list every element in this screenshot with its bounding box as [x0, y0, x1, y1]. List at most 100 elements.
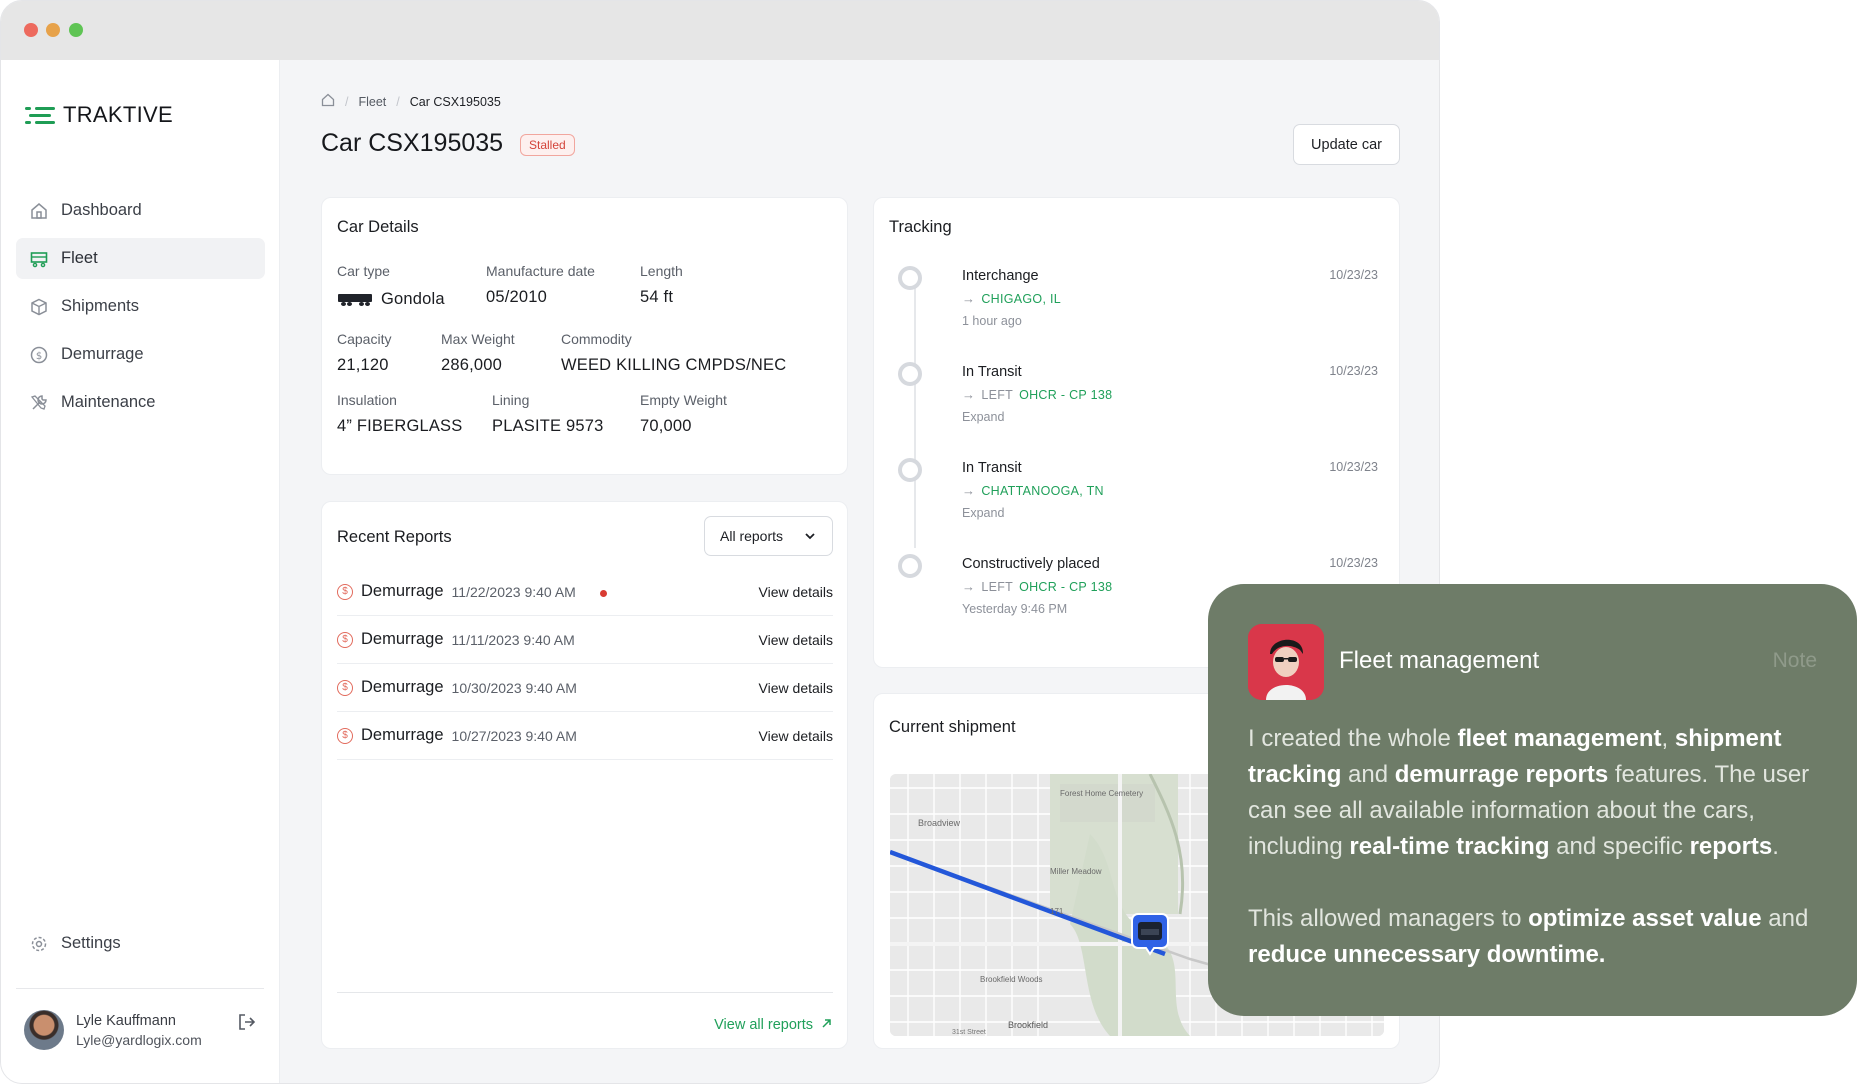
event-location-text: OHCR - CP 138: [1019, 387, 1113, 402]
arrow-right-icon: →: [962, 387, 976, 402]
field-label: Empty Weight: [640, 392, 727, 408]
dollar-circle-icon: $: [337, 679, 353, 696]
event-location: → LEFT OHCR - CP 138: [962, 579, 1112, 594]
field-manufacture-date: Manufacture date 05/2010: [486, 263, 595, 307]
report-type: Demurrage: [361, 582, 444, 600]
event-prefix: LEFT: [981, 579, 1014, 594]
sidebar-item-shipments[interactable]: Shipments: [16, 286, 265, 327]
reports-filter-select[interactable]: All reports: [704, 516, 833, 556]
sidebar-item-fleet[interactable]: Fleet: [16, 238, 265, 279]
table-row: $ Demurrage 10/30/2023 9:40 AM View deta…: [337, 664, 833, 712]
event-title: Interchange: [962, 268, 1039, 284]
field-value: 21,120: [337, 356, 389, 374]
gear-icon: [29, 934, 49, 954]
event-location: → LEFT OHCR - CP 138: [962, 387, 1112, 402]
map-pin-icon: [1131, 913, 1169, 956]
field-empty-weight: Empty Weight 70,000: [640, 392, 727, 436]
arrow-right-icon: →: [962, 483, 976, 498]
sidebar-item-settings[interactable]: Settings: [16, 923, 265, 964]
view-details-link[interactable]: View details: [759, 728, 833, 744]
svg-text:Miller Meadow: Miller Meadow: [1050, 867, 1102, 876]
fleet-management-note: Fleet management Note I created the whol…: [1208, 584, 1857, 1016]
sidebar-item-label: Fleet: [61, 249, 98, 267]
sidebar-item-demurrage[interactable]: $ Demurrage: [16, 334, 265, 375]
field-label: Capacity: [337, 331, 392, 347]
dollar-circle-icon: $: [337, 631, 353, 648]
close-window-button[interactable]: [24, 23, 38, 37]
dollar-circle-icon: $: [29, 345, 49, 365]
event-date: 10/23/23: [1329, 364, 1378, 378]
event-date: 10/23/23: [1329, 268, 1378, 282]
expand-link[interactable]: Expand: [962, 410, 1004, 424]
view-all-reports-link[interactable]: View all reports: [714, 1017, 832, 1033]
timeline-node-icon: [898, 362, 922, 386]
note-text: This allowed managers to: [1248, 905, 1529, 932]
field-value: 70,000: [640, 417, 692, 435]
breadcrumb-current: Car CSX195035: [409, 94, 501, 109]
svg-text:31st Street: 31st Street: [952, 1029, 986, 1036]
tools-icon: [29, 393, 49, 413]
sidebar-item-maintenance[interactable]: Maintenance: [16, 382, 265, 423]
breadcrumb-separator: /: [345, 94, 349, 109]
home-icon: [29, 201, 49, 221]
card-title: Recent Reports: [337, 528, 452, 546]
field-label: Max Weight: [441, 331, 515, 347]
expand-link[interactable]: Expand: [962, 506, 1004, 520]
note-text: and specific: [1549, 833, 1690, 860]
sidebar-item-label: Shipments: [61, 297, 139, 315]
note-text: and: [1761, 905, 1809, 932]
app-logo[interactable]: TRAKTIVE: [25, 102, 173, 128]
field-value: 54 ft: [640, 288, 674, 306]
card-title: Tracking: [889, 218, 952, 236]
field-label: Length: [640, 263, 683, 279]
event-location-text: OHCR - CP 138: [1019, 579, 1113, 594]
dollar-circle-icon: $: [337, 727, 353, 744]
user-profile[interactable]: Lyle Kauffmann Lyle@yardlogix.com: [24, 1010, 202, 1050]
report-date: 11/22/2023 9:40 AM: [451, 583, 576, 600]
report-type: Demurrage: [361, 726, 444, 744]
view-details-link[interactable]: View details: [759, 584, 833, 600]
field-label: Commodity: [561, 331, 632, 347]
svg-text:Forest Home Cemetery: Forest Home Cemetery: [1060, 789, 1143, 798]
maximize-window-button[interactable]: [69, 23, 83, 37]
view-details-link[interactable]: View details: [759, 632, 833, 648]
field-value: WEED KILLING CMPDS/NEC: [561, 356, 787, 374]
railcar-icon: [29, 249, 49, 269]
breadcrumb-fleet[interactable]: Fleet: [358, 95, 386, 109]
event-prefix: LEFT: [981, 387, 1014, 402]
user-name: Lyle Kauffmann: [76, 1012, 176, 1029]
svg-text:Brookfield: Brookfield: [1008, 1020, 1048, 1030]
field-value: PLASITE 9573: [492, 417, 604, 435]
home-icon[interactable]: [321, 93, 335, 110]
arrow-up-right-icon: [821, 1017, 832, 1033]
field-label: Lining: [492, 392, 530, 408]
sidebar-item-label: Maintenance: [61, 393, 156, 411]
table-row: $ Demurrage 10/27/2023 9:40 AM View deta…: [337, 712, 833, 760]
svg-text:Brookfield Woods: Brookfield Woods: [980, 975, 1043, 984]
divider: [337, 992, 833, 993]
view-all-label: View all reports: [714, 1017, 813, 1033]
field-lining: Lining PLASITE 9573: [492, 392, 604, 436]
note-text: .: [1772, 833, 1779, 860]
breadcrumb-separator: /: [396, 94, 400, 109]
note-title: Fleet management: [1339, 647, 1540, 674]
train-icon: [337, 293, 373, 306]
update-car-button[interactable]: Update car: [1293, 124, 1400, 165]
event-date: 10/23/23: [1329, 460, 1378, 474]
car-details-card: Car Details Car type Gondola Manufacture…: [321, 197, 848, 475]
event-title: Constructively placed: [962, 556, 1100, 572]
sidebar-item-dashboard[interactable]: Dashboard: [16, 190, 265, 231]
minimize-window-button[interactable]: [46, 23, 60, 37]
event-time: Yesterday 9:46 PM: [962, 602, 1068, 616]
event-location: → CHIGAGO, IL: [962, 291, 1061, 306]
author-avatar: [1248, 624, 1324, 700]
event-title: In Transit: [962, 460, 1022, 476]
avatar-illustration: [1248, 624, 1324, 700]
logout-icon[interactable]: [237, 1012, 257, 1037]
report-date: 10/30/2023 9:40 AM: [451, 679, 577, 696]
field-value: 05/2010: [486, 288, 548, 306]
note-tag: Note: [1772, 649, 1817, 672]
sidebar-nav: Dashboard Fleet Shipments $ Demurrage Ma…: [16, 190, 265, 430]
view-details-link[interactable]: View details: [759, 680, 833, 696]
field-car-type: Car type Gondola: [337, 263, 445, 309]
